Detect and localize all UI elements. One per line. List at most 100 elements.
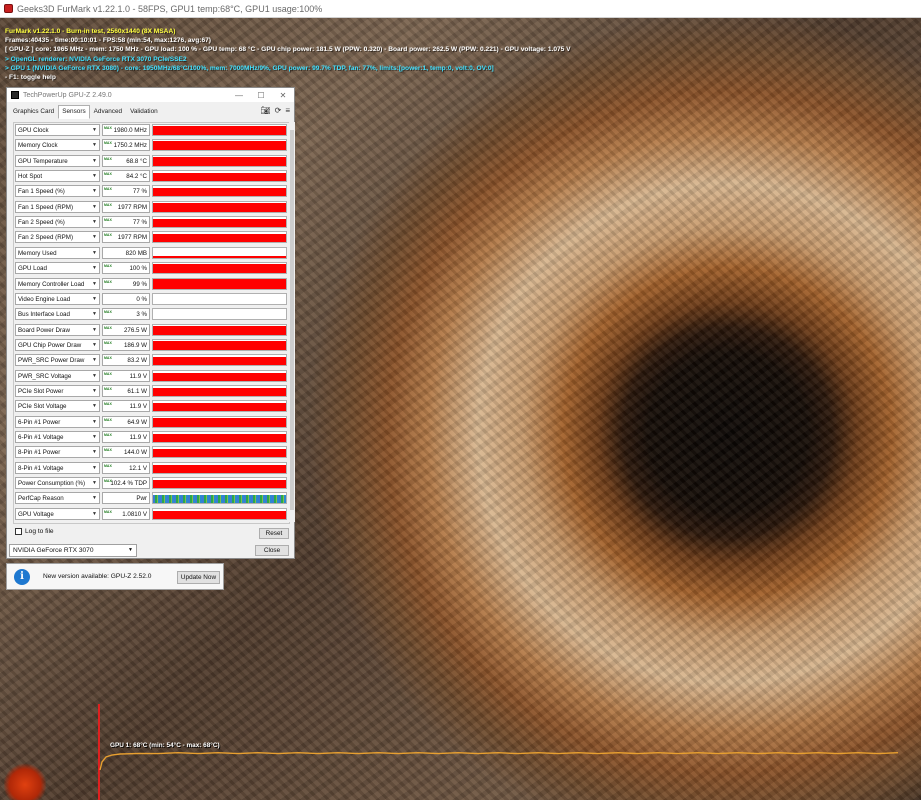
sensor-label-dropdown[interactable]: 8-Pin #1 Power ▼: [15, 446, 100, 459]
sensor-row: Fan 1 Speed (%) ▼ MAX 77 %: [14, 184, 289, 199]
sensor-value-text: Pwr: [136, 495, 147, 503]
sensor-label: GPU Voltage: [18, 510, 54, 518]
sensor-label-dropdown[interactable]: PWR_SRC Power Draw ▼: [15, 354, 100, 367]
sensor-value-text: 77 %: [132, 219, 147, 227]
sensor-label: Fan 2 Speed (%): [18, 219, 65, 227]
sensor-label-dropdown[interactable]: PCIe Slot Voltage ▼: [15, 400, 100, 413]
sensor-graph-fill: [153, 233, 286, 243]
maximize-icon[interactable]: ☐: [250, 91, 272, 100]
sensor-graph: [152, 415, 287, 428]
sensor-row: Power Consumption (%) ▼ MAX 102.4 % TDP: [14, 476, 289, 491]
sensor-graph-fill: [153, 157, 286, 166]
sensor-value: MAX 99 %: [102, 277, 150, 290]
furmark-title-bar: Geeks3D FurMark v1.22.1.0 - 58FPS, GPU1 …: [0, 0, 921, 18]
sensor-value: MAX 1977 RPM: [102, 200, 150, 213]
overlay-line: - F1: toggle help: [5, 74, 56, 81]
sensor-label-dropdown[interactable]: 8-Pin #1 Voltage ▼: [15, 461, 100, 474]
log-to-file-checkbox[interactable]: [15, 528, 22, 535]
sensor-row: PCIe Slot Power ▼ MAX 61.1 W: [14, 384, 289, 399]
chevron-down-icon: ▼: [92, 142, 97, 149]
sensor-label-dropdown[interactable]: PWR_SRC Voltage ▼: [15, 369, 100, 382]
sensor-value: 0 %: [102, 292, 150, 305]
sensor-label-dropdown[interactable]: Fan 1 Speed (%) ▼: [15, 185, 100, 198]
sensor-value-text: 3 %: [136, 311, 147, 319]
sensor-label-dropdown[interactable]: PCIe Slot Power ▼: [15, 384, 100, 397]
sensor-label-dropdown[interactable]: Fan 2 Speed (%) ▼: [15, 216, 100, 229]
sensor-graph: [152, 170, 287, 183]
sensor-graph: [152, 323, 287, 336]
refresh-icon[interactable]: ⟳: [275, 106, 282, 115]
menu-icon[interactable]: ≡: [285, 106, 290, 115]
sensor-label-dropdown[interactable]: Board Power Draw ▼: [15, 323, 100, 336]
sensor-label-dropdown[interactable]: Video Engine Load ▼: [15, 292, 100, 305]
sensor-graph: [152, 400, 287, 413]
sensor-label-dropdown[interactable]: GPU Load ▼: [15, 262, 100, 275]
max-indicator: MAX: [104, 187, 112, 192]
scrollbar-thumb[interactable]: [290, 130, 294, 510]
tab-validation[interactable]: Validation: [126, 105, 162, 119]
sensor-label: Hot Spot: [18, 173, 43, 181]
camera-icon[interactable]: 📷︎: [260, 106, 270, 115]
sensor-value-text: 83.2 W: [127, 357, 147, 365]
device-select[interactable]: NVIDIA GeForce RTX 3070 ▼: [9, 544, 137, 557]
sensor-scrollbar[interactable]: [289, 122, 295, 522]
sensor-graph-fill: [153, 448, 286, 458]
chevron-down-icon: ▼: [128, 547, 133, 553]
sensor-graph-fill: [153, 464, 286, 473]
sensor-graph-fill: [153, 187, 286, 197]
gpuz-tabs: Graphics Card Sensors Advanced Validatio…: [9, 105, 162, 119]
tab-sensors[interactable]: Sensors: [58, 105, 90, 119]
sensor-graph-fill: [153, 203, 286, 212]
overlay-line: > OpenGL renderer: NVIDIA GeForce RTX 30…: [5, 55, 187, 63]
overlay-line: > GPU 1 (NVIDIA GeForce RTX 3080) - core…: [5, 64, 494, 72]
log-to-file-option[interactable]: Log to file: [15, 528, 54, 535]
sensor-label-dropdown[interactable]: 6-Pin #1 Voltage ▼: [15, 431, 100, 443]
sensor-label: 6-Pin #1 Power: [18, 418, 61, 426]
sensor-value-text: 11.9 V: [129, 403, 147, 411]
sensor-label-dropdown[interactable]: GPU Temperature ▼: [15, 154, 100, 167]
gpuz-window: TechPowerUp GPU-Z 2.49.0 — ☐ ✕ Graphics …: [6, 87, 295, 559]
sensor-label-dropdown[interactable]: GPU Chip Power Draw ▼: [15, 338, 100, 351]
update-now-button[interactable]: Update Now: [177, 571, 220, 584]
max-indicator: MAX: [104, 402, 112, 407]
sensor-label-dropdown[interactable]: Memory Used ▼: [15, 246, 100, 259]
sensor-label-dropdown[interactable]: 6-Pin #1 Power ▼: [15, 415, 100, 428]
sensor-label-dropdown[interactable]: Fan 2 Speed (RPM) ▼: [15, 231, 100, 244]
sensor-label: Video Engine Load: [18, 295, 71, 303]
max-indicator: MAX: [104, 172, 112, 177]
info-icon: i: [14, 569, 30, 585]
gpuz-title-bar: TechPowerUp GPU-Z 2.49.0 — ☐ ✕: [7, 88, 294, 102]
sensor-label-dropdown[interactable]: Hot Spot ▼: [15, 170, 100, 183]
sensor-label-dropdown[interactable]: Memory Clock ▼: [15, 139, 100, 152]
sensor-label-dropdown[interactable]: Power Consumption (%) ▼: [15, 477, 100, 490]
sensor-label-dropdown[interactable]: Memory Controller Load ▼: [15, 277, 100, 290]
furmark-window-title: Geeks3D FurMark v1.22.1.0 - 58FPS, GPU1 …: [17, 3, 323, 14]
sensor-label-dropdown[interactable]: Fan 1 Speed (RPM) ▼: [15, 200, 100, 213]
max-indicator: MAX: [104, 218, 112, 223]
minimize-icon[interactable]: —: [228, 91, 250, 100]
furmark-app-icon: [4, 4, 13, 13]
sensor-graph: [152, 308, 287, 321]
tab-advanced[interactable]: Advanced: [90, 105, 126, 119]
close-button[interactable]: Close: [255, 545, 289, 556]
chevron-down-icon: ▼: [92, 403, 97, 410]
sensor-value: 820 MB: [102, 246, 150, 259]
sensor-value: MAX 84.2 °C: [102, 170, 150, 183]
sensor-label-dropdown[interactable]: GPU Voltage ▼: [15, 507, 100, 520]
sensor-row: Fan 2 Speed (%) ▼ MAX 77 %: [14, 215, 289, 230]
chevron-down-icon: ▼: [92, 249, 97, 256]
tab-graphics-card[interactable]: Graphics Card: [9, 105, 58, 119]
sensor-label-dropdown[interactable]: PerfCap Reason ▼: [15, 492, 100, 505]
sensor-value: MAX 68.8 °C: [102, 154, 150, 167]
sensor-value-text: 11.9 V: [129, 372, 147, 380]
sensor-value: MAX 3 %: [102, 308, 150, 321]
sensor-label-dropdown[interactable]: GPU Clock ▼: [15, 124, 100, 136]
overlay-line: [ GPU-Z ] core: 1965 MHz - mem: 1750 MHz…: [5, 46, 571, 54]
sensor-graph: [152, 446, 287, 459]
close-window-icon[interactable]: ✕: [272, 91, 294, 100]
sensor-label-dropdown[interactable]: Bus Interface Load ▼: [15, 308, 100, 321]
chevron-down-icon: ▼: [92, 295, 97, 302]
reset-button[interactable]: Reset: [259, 528, 289, 539]
update-notification: i New version available: GPU-Z 2.52.0 Up…: [6, 563, 224, 590]
sensor-label: Fan 1 Speed (%): [18, 188, 65, 196]
